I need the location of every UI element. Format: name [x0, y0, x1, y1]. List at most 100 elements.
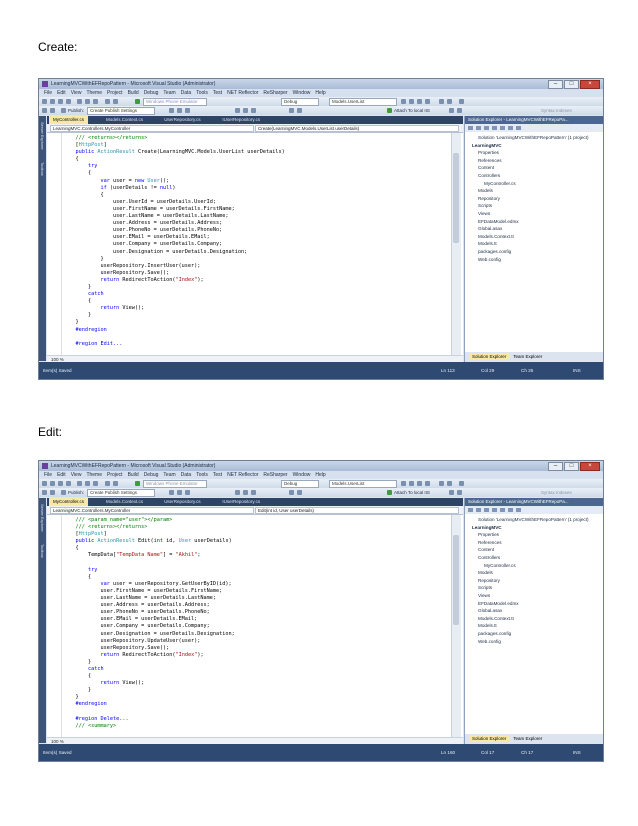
menu-item[interactable]: Build: [128, 89, 139, 97]
options-icon[interactable]: [439, 481, 444, 486]
settings-icon[interactable]: [516, 508, 521, 512]
attach-label[interactable]: Attach To local IIS: [394, 107, 430, 114]
solution-tree-item[interactable]: Controllers: [468, 554, 602, 562]
uncomment-icon[interactable]: [243, 108, 248, 113]
save-icon[interactable]: [58, 481, 63, 486]
solution-tree-item[interactable]: Models: [468, 187, 602, 195]
menu-item[interactable]: Data: [181, 89, 192, 97]
back-icon[interactable]: [468, 508, 473, 512]
properties-icon[interactable]: [417, 99, 422, 104]
team-explorer-tab[interactable]: Team Explorer: [513, 736, 542, 741]
attach-label[interactable]: Attach To local IIS: [394, 489, 430, 496]
build-icon[interactable]: [449, 490, 454, 495]
toolbox-icon[interactable]: [425, 99, 430, 104]
emulator-combo[interactable]: Windows Phone Emulator: [143, 98, 207, 106]
solution-explorer-icon[interactable]: [409, 481, 414, 486]
properties-icon[interactable]: [417, 481, 422, 486]
menu-item[interactable]: NET Reflector: [227, 471, 258, 479]
open-file-icon[interactable]: [50, 99, 55, 104]
help-icon[interactable]: [459, 481, 464, 486]
breakpoint-icon[interactable]: [177, 490, 182, 495]
document-tab[interactable]: MyController.cs: [49, 498, 89, 506]
solution-tree-item[interactable]: Repository: [468, 195, 602, 203]
grid-icon[interactable]: [50, 108, 55, 113]
outline-icon[interactable]: [169, 108, 174, 113]
solution-tree-item[interactable]: Global.asax: [468, 225, 602, 233]
maximize-button[interactable]: □: [564, 80, 579, 89]
solution-tree-item[interactable]: Solution 'LearningMVCWithEFRepoPattern' …: [468, 516, 602, 524]
scroll-thumb[interactable]: [453, 535, 459, 625]
solution-tree-item[interactable]: Repository: [468, 577, 602, 585]
toolbox-tab[interactable]: Toolbox: [40, 162, 45, 176]
menu-item[interactable]: Project: [107, 89, 123, 97]
open-file-icon[interactable]: [50, 481, 55, 486]
type-dropdown[interactable]: LearningMVC.Controllers.MyController: [50, 125, 254, 132]
code-text[interactable]: /// <param name="user"></param> /// <ret…: [63, 517, 443, 730]
menu-item[interactable]: Test: [213, 89, 222, 97]
team-explorer-tab[interactable]: Team Explorer: [513, 354, 542, 359]
undo-icon[interactable]: [105, 99, 110, 104]
menu-item[interactable]: Team: [163, 89, 175, 97]
bookmark-next-icon[interactable]: [297, 490, 302, 495]
bookmark-next-icon[interactable]: [297, 108, 302, 113]
member-dropdown[interactable]: Edit(int id, User userDetails): [255, 507, 459, 514]
save-all-icon[interactable]: [66, 481, 71, 486]
menu-item[interactable]: Theme: [86, 471, 102, 479]
menu-item[interactable]: View: [71, 471, 82, 479]
menu-item[interactable]: Help: [315, 471, 325, 479]
show-all-icon[interactable]: [508, 508, 513, 512]
solution-tree-item[interactable]: MyController.cs: [468, 180, 602, 188]
solution-tree-item[interactable]: Models: [468, 569, 602, 577]
new-project-icon[interactable]: [42, 99, 47, 104]
menu-item[interactable]: File: [44, 89, 52, 97]
help-icon[interactable]: [459, 99, 464, 104]
publish-settings-combo[interactable]: Create Publish Settings: [87, 489, 155, 497]
menu-item[interactable]: Tools: [196, 89, 208, 97]
server-explorer-tab[interactable]: Server Explorer: [40, 122, 45, 150]
configuration-combo[interactable]: Debug: [281, 98, 319, 106]
new-project-icon[interactable]: [42, 481, 47, 486]
collapse-icon[interactable]: [500, 508, 505, 512]
menu-item[interactable]: View: [71, 89, 82, 97]
solution-tree-item[interactable]: EFDataModel.edmx: [468, 600, 602, 608]
document-tab[interactable]: UserRepository.cs: [160, 116, 204, 124]
syntax-indexes-label[interactable]: Syntax Indexes: [541, 489, 572, 496]
solution-tree-item[interactable]: Models.Context.tt: [468, 615, 602, 623]
start-debug-icon[interactable]: [135, 99, 140, 104]
attach-icon[interactable]: [387, 490, 392, 495]
bookmark-icon[interactable]: [289, 490, 294, 495]
indent-icon[interactable]: [251, 490, 256, 495]
minimize-button[interactable]: –: [548, 80, 563, 89]
save-all-icon[interactable]: [66, 99, 71, 104]
solution-tree-item[interactable]: Models.tt: [468, 622, 602, 630]
close-button[interactable]: ×: [580, 80, 600, 89]
find-icon[interactable]: [401, 99, 406, 104]
type-dropdown[interactable]: LearningMVC.Controllers.MyController: [50, 507, 254, 514]
configuration-combo[interactable]: Debug: [281, 480, 319, 488]
refresh-icon[interactable]: [492, 126, 497, 130]
grid-icon[interactable]: [50, 490, 55, 495]
menu-item[interactable]: Data: [181, 471, 192, 479]
forward-icon[interactable]: [476, 508, 481, 512]
code-editor[interactable]: /// <returns></returns> [HttpPost] publi…: [47, 133, 463, 355]
menu-item[interactable]: Window: [293, 89, 311, 97]
indent-icon[interactable]: [251, 108, 256, 113]
menu-item[interactable]: ReSharper: [263, 89, 287, 97]
cut-icon[interactable]: [77, 99, 82, 104]
collapse-icon[interactable]: [500, 126, 505, 130]
document-tab[interactable]: UserRepository.cs: [160, 498, 204, 506]
maximize-button[interactable]: □: [564, 462, 579, 471]
document-tab[interactable]: Models.Context.cs: [102, 498, 147, 506]
publish-icon[interactable]: [61, 108, 66, 113]
solution-tree-item[interactable]: Models.tt: [468, 240, 602, 248]
solution-tree-item[interactable]: References: [468, 157, 602, 165]
syntax-indexes-label[interactable]: Syntax Indexes: [541, 107, 572, 114]
server-explorer-tab[interactable]: Server Explorer: [40, 504, 45, 532]
home-icon[interactable]: [484, 508, 489, 512]
solution-explorer-tab[interactable]: Solution Explorer: [469, 735, 510, 742]
menu-item[interactable]: Test: [213, 471, 222, 479]
scroll-thumb[interactable]: [453, 153, 459, 243]
solution-tree-item[interactable]: Properties: [468, 531, 602, 539]
solution-tree-item[interactable]: LearningMVC: [468, 524, 602, 532]
menu-item[interactable]: Debug: [144, 471, 159, 479]
